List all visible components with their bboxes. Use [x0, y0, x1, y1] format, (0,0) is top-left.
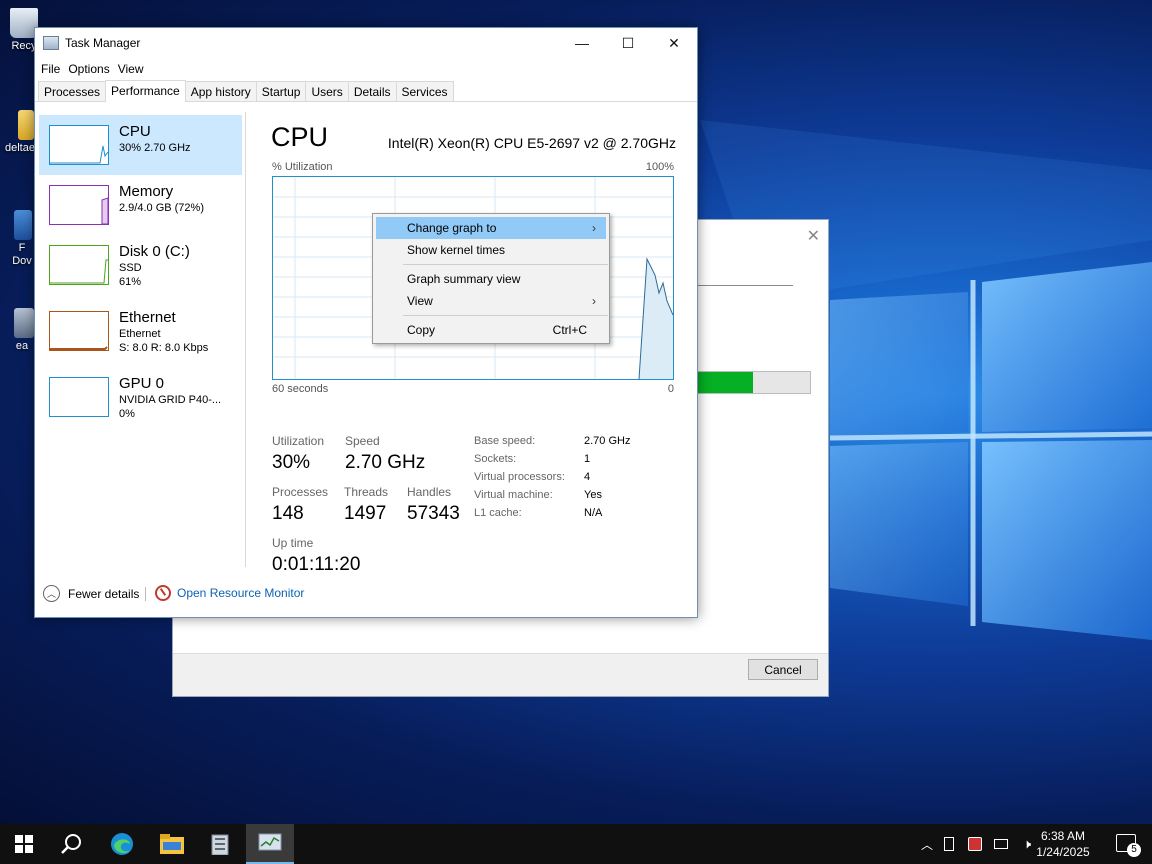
page-title: CPU [271, 122, 329, 152]
tab-startup[interactable]: Startup [255, 81, 307, 101]
close-button[interactable]: ✕ [651, 28, 697, 58]
task-manager-taskbar-button[interactable] [246, 824, 294, 864]
sidebar-item-disk[interactable]: Disk 0 (C:) SSD 61% [39, 235, 242, 295]
cancel-button[interactable]: Cancel [748, 659, 818, 680]
fewer-details-button[interactable]: ︿ Fewer details [43, 585, 139, 602]
menu-bar: File Options View [35, 58, 697, 80]
notification-count-badge: 5 [1127, 843, 1141, 857]
edge-button[interactable] [98, 824, 146, 864]
security-tray-icon[interactable] [962, 837, 988, 851]
chevron-right-icon: › [592, 221, 596, 235]
menu-divider [403, 264, 608, 265]
menu-file[interactable]: File [37, 62, 64, 76]
network-icon[interactable] [988, 839, 1014, 849]
open-resource-monitor-link[interactable]: Open Resource Monitor [155, 585, 304, 601]
cpu-mini-graph [49, 125, 109, 165]
performance-sidebar: CPU 30% 2.70 GHz Memory 2.9/4.0 GB (72%)… [35, 112, 246, 567]
stat-uptime: Up time 0:01:11:20 [272, 536, 361, 575]
sidebar-item-ethernet[interactable]: Ethernet Ethernet S: 8.0 R: 8.0 Kbps [39, 301, 242, 361]
chevron-up-icon[interactable]: ︿ [918, 836, 936, 853]
window-footer: ︿ Fewer details Open Resource Monitor [35, 576, 697, 614]
tab-processes[interactable]: Processes [38, 81, 107, 101]
progress-bar [691, 371, 811, 394]
menu-view[interactable]: View [114, 62, 148, 76]
footer-separator [145, 587, 146, 601]
ethernet-mini-graph [49, 311, 109, 351]
taskbar: ︿ 🕨 6:38 AM 1/24/2025 5 [0, 824, 1152, 864]
windows-start-icon [15, 835, 33, 853]
stat-handles: Handles 57343 [407, 485, 460, 524]
title-bar[interactable]: Task Manager — ☐ ✕ [35, 28, 697, 58]
search-button[interactable] [48, 824, 96, 864]
gpu-mini-graph [49, 377, 109, 417]
utilization-max-label: 100% [645, 161, 674, 173]
edge-browser-icon [111, 833, 133, 855]
stat-utilization: Utilization 30% [272, 434, 325, 473]
taskbar-clock[interactable]: 6:38 AM 1/24/2025 [1030, 828, 1096, 860]
menu-item-show-kernel-times[interactable]: Show kernel times [376, 239, 606, 261]
app-tray-icon[interactable] [936, 837, 962, 851]
chevron-right-icon: › [592, 294, 596, 308]
tab-details[interactable]: Details [347, 81, 397, 101]
menu-item-graph-summary-view[interactable]: Graph summary view [376, 268, 606, 290]
menu-options[interactable]: Options [64, 62, 113, 76]
menu-item-view[interactable]: View › [376, 290, 606, 312]
disk-mini-graph [49, 245, 109, 285]
start-button[interactable] [0, 824, 48, 864]
time-axis-label: 60 seconds [272, 383, 329, 395]
task-manager-app-icon [43, 36, 59, 50]
folder-icon [160, 834, 184, 854]
sidebar-item-memory[interactable]: Memory 2.9/4.0 GB (72%) [39, 175, 242, 235]
server-manager-button[interactable] [196, 824, 244, 864]
server-manager-icon [211, 834, 229, 855]
tab-services[interactable]: Services [395, 81, 454, 101]
sidebar-item-gpu[interactable]: GPU 0 NVIDIA GRID P40-... 0% [39, 367, 242, 427]
cpu-model-name: Intel(R) Xeon(R) CPU E5-2697 v2 @ 2.70GH… [387, 135, 676, 151]
menu-item-change-graph-to[interactable]: Change graph to › [376, 217, 606, 239]
maximize-button[interactable]: ☐ [605, 28, 651, 58]
sidebar-item-cpu[interactable]: CPU 30% 2.70 GHz [39, 115, 242, 175]
tab-bar: Processes Performance App history Startu… [35, 80, 697, 102]
stat-speed: Speed 2.70 GHz [345, 434, 426, 473]
memory-mini-graph [49, 185, 109, 225]
stat-processes: Processes 148 [272, 485, 329, 524]
utilization-axis-label: % Utilization [272, 161, 333, 173]
progress-fill [692, 372, 754, 393]
menu-divider [403, 315, 608, 316]
menu-item-copy[interactable]: Copy Ctrl+C [376, 319, 606, 341]
tab-app-history[interactable]: App history [184, 81, 257, 101]
chevron-up-icon: ︿ [43, 585, 60, 602]
task-manager-icon [258, 833, 282, 851]
stat-threads: Threads 1497 [344, 485, 389, 524]
tab-performance[interactable]: Performance [105, 80, 186, 102]
minimize-button[interactable]: — [559, 28, 605, 58]
system-tray: ︿ 🕨 [918, 824, 1040, 864]
time-axis-zero-label: 0 [667, 383, 674, 395]
resource-monitor-icon [155, 585, 171, 601]
close-icon[interactable]: ✕ [807, 226, 820, 246]
search-icon [61, 834, 81, 854]
graph-context-menu: Change graph to › Show kernel times Graph… [372, 213, 610, 344]
dialog-footer: Cancel [173, 653, 828, 696]
notification-center-icon[interactable]: 5 [1116, 834, 1141, 857]
window-title: Task Manager [65, 36, 141, 50]
tab-users[interactable]: Users [305, 81, 349, 101]
file-explorer-button[interactable] [148, 824, 196, 864]
